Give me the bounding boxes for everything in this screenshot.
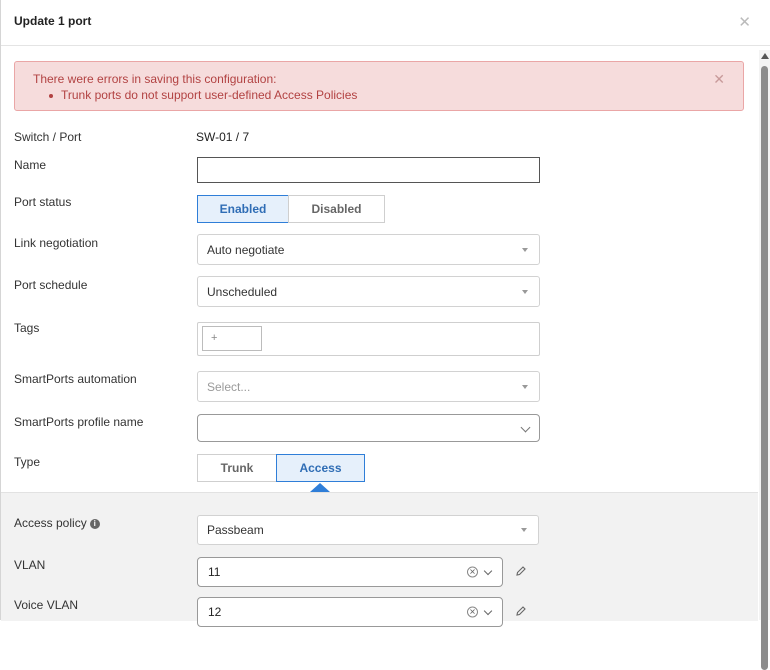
scrollbar[interactable]	[759, 50, 770, 670]
smartports-automation-placeholder: Select...	[207, 379, 251, 394]
access-policy-select[interactable]: Passbeam	[197, 515, 539, 545]
smartports-automation-label: SmartPorts automation	[14, 372, 137, 386]
vlan-select[interactable]: 11 ✕	[197, 557, 503, 587]
error-alert: There were errors in saving this configu…	[14, 61, 744, 111]
name-input[interactable]	[197, 157, 540, 183]
scrollbar-thumb[interactable]	[761, 66, 768, 670]
update-port-dialog: Update 1 port ✕ There were errors in sav…	[0, 0, 770, 670]
dismiss-alert-icon[interactable]: ✕	[713, 71, 725, 88]
add-tag-button[interactable]: +	[202, 326, 262, 351]
smartports-profile-select[interactable]	[197, 414, 540, 442]
dialog-header: Update 1 port ✕	[1, 0, 770, 46]
smartports-automation-select[interactable]: Select...	[197, 371, 540, 402]
clear-icon[interactable]: ✕	[467, 566, 478, 578]
switch-port-label: Switch / Port	[14, 130, 82, 144]
clear-icon[interactable]: ✕	[467, 606, 478, 618]
tags-label: Tags	[14, 321, 40, 335]
selected-type-pointer	[310, 483, 330, 492]
type-label: Type	[14, 455, 41, 469]
edit-voice-vlan-pencil-icon[interactable]	[515, 605, 527, 617]
caret-down-icon	[522, 247, 528, 252]
access-policy-value: Passbeam	[207, 523, 264, 537]
port-status-disabled-button[interactable]: Disabled	[288, 195, 385, 223]
voice-vlan-select[interactable]: 12 ✕	[197, 597, 503, 627]
smartports-profile-label: SmartPorts profile name	[14, 415, 144, 429]
caret-down-icon	[522, 384, 528, 389]
vlan-label: VLAN	[14, 558, 46, 572]
voice-vlan-label: Voice VLAN	[14, 598, 79, 612]
voice-vlan-value: 12	[208, 605, 222, 619]
error-alert-message: There were errors in saving this configu…	[33, 72, 277, 86]
port-schedule-label: Port schedule	[14, 278, 88, 292]
caret-down-icon	[521, 528, 527, 532]
tags-input[interactable]: +	[197, 322, 540, 356]
link-negotiation-label: Link negotiation	[14, 236, 99, 250]
info-icon[interactable]: i	[89, 518, 100, 529]
chevron-down-icon	[520, 422, 531, 433]
access-policy-label: Access policy i	[14, 516, 100, 530]
port-status-label: Port status	[14, 195, 72, 209]
edit-vlan-pencil-icon[interactable]	[515, 565, 527, 577]
chevron-down-icon[interactable]	[483, 606, 493, 616]
caret-down-icon	[522, 289, 528, 294]
switch-port-value: SW-01 / 7	[196, 130, 250, 144]
close-icon[interactable]: ✕	[738, 13, 751, 31]
link-negotiation-select[interactable]: Auto negotiate	[197, 234, 540, 265]
name-label: Name	[14, 158, 47, 172]
port-schedule-value: Unscheduled	[207, 284, 278, 299]
type-trunk-button[interactable]: Trunk	[197, 454, 277, 482]
access-policy-label-text: Access policy	[14, 516, 87, 530]
port-schedule-select[interactable]: Unscheduled	[197, 276, 540, 307]
error-item-text: Trunk ports do not support user-defined …	[61, 88, 358, 102]
link-negotiation-value: Auto negotiate	[207, 242, 285, 257]
bullet-icon	[49, 93, 53, 98]
port-status-enabled-button[interactable]: Enabled	[197, 195, 289, 223]
error-item: Trunk ports do not support user-defined …	[49, 88, 357, 102]
dialog-title: Update 1 port	[14, 14, 92, 28]
chevron-down-icon[interactable]	[483, 566, 493, 576]
type-access-button[interactable]: Access	[276, 454, 365, 482]
vlan-value: 11	[208, 565, 221, 579]
scroll-up-icon[interactable]	[761, 53, 769, 59]
